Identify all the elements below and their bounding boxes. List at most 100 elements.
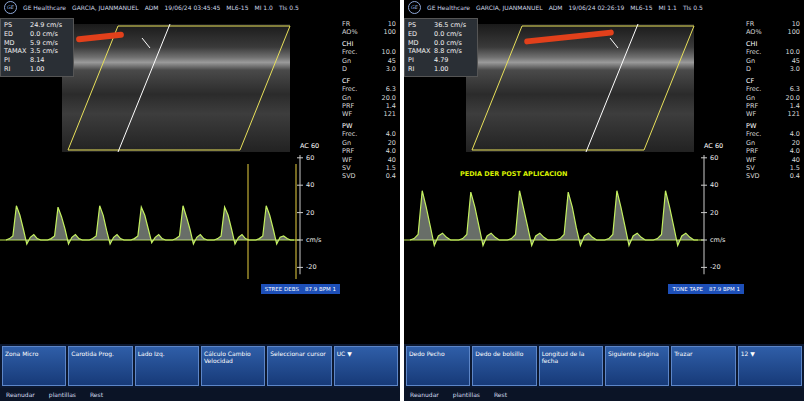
parameter-value: 4.0 <box>386 147 396 155</box>
parameter-row: CF <box>340 77 400 85</box>
status-text: STREE DEBS <box>265 286 299 292</box>
parameter-value: 1.4 <box>386 102 396 110</box>
parameter-row: Frec.6.3 <box>340 85 400 93</box>
parameter-value: 1.5 <box>386 164 396 172</box>
scale-tick: cm/s <box>710 236 725 244</box>
display-area: PS24.9 cm/sED 0.0 cm/sMD5.9 cm/sTAMAX3.5 … <box>0 14 400 344</box>
parameter-row: Frec.4.0 <box>340 130 400 138</box>
parameter-row: WF121 <box>744 110 804 118</box>
soft-key-button[interactable]: Seleccionar cursor <box>267 346 331 386</box>
soft-key-button[interactable]: UC ▼ <box>334 346 398 386</box>
image-area: PS24.9 cm/sED 0.0 cm/sMD5.9 cm/sTAMAX3.5 … <box>0 14 340 344</box>
measurement-value: 0.0 cm/s <box>434 30 462 39</box>
soft-key-button[interactable]: Carotida Prog. <box>68 346 132 386</box>
parameter-label: WF <box>342 110 352 118</box>
measurement-label: ED <box>4 30 26 39</box>
measurement-value: 4.79 <box>434 56 448 65</box>
soft-key-button[interactable]: 12 ▼ <box>738 346 802 386</box>
parameter-label: Gn <box>746 139 755 147</box>
parameter-value: 10 <box>388 20 396 28</box>
parameter-value: 20 <box>388 139 396 147</box>
header-bar: GEGE HealthcareGARCIA, JUANMANUELADM19/0… <box>404 0 804 14</box>
measurement-label: MD <box>408 39 430 48</box>
footer-item[interactable]: plantillas <box>49 391 76 398</box>
header-probe: ML6-15 <box>630 4 652 11</box>
measurement-label: ED <box>408 30 430 39</box>
parameter-row: WF121 <box>340 110 400 118</box>
measurement-value: 1.00 <box>30 65 44 74</box>
soft-key-button[interactable]: Trazar <box>671 346 735 386</box>
measurement-row: PS36.5 cm/s <box>408 21 474 30</box>
parameter-label: SVD <box>746 172 760 180</box>
measurement-row: PS24.9 cm/s <box>4 21 70 30</box>
parameter-value: 45 <box>792 57 800 65</box>
parameter-label: Gn <box>746 94 755 102</box>
parameter-label: WF <box>746 110 756 118</box>
parameter-value: 0.4 <box>790 172 800 180</box>
measurement-row: TAMAX8.8 cm/s <box>408 47 474 56</box>
measurement-label: MD <box>4 39 26 48</box>
status-text: 87.9 BPM 1 <box>305 286 336 292</box>
parameter-row: D3.0 <box>744 65 804 73</box>
soft-key-button[interactable]: Siguiente página <box>605 346 669 386</box>
measurement-row: TAMAX3.5 cm/s <box>4 47 70 56</box>
measurement-label: RI <box>4 65 26 74</box>
soft-key-button[interactable]: Dedo Pecho <box>406 346 470 386</box>
parameter-label: Frec. <box>746 48 761 56</box>
parameter-row: Gn 45 <box>744 57 804 65</box>
parameter-value: 1.5 <box>790 164 800 172</box>
measurement-row: MD5.9 cm/s <box>4 39 70 48</box>
measurement-label: PI <box>408 56 430 65</box>
measurement-box: PS24.9 cm/sED 0.0 cm/sMD5.9 cm/sTAMAX3.5 … <box>0 18 74 77</box>
parameter-label: Gn <box>746 57 755 65</box>
soft-key-button[interactable]: Longitud de la fecha <box>539 346 603 386</box>
parameter-row: Gn20.0 <box>744 94 804 102</box>
parameter-value: 10.0 <box>786 48 800 56</box>
measurement-label: PI <box>4 56 26 65</box>
measurement-row: MD0.0 cm/s <box>408 39 474 48</box>
header-patient: GARCIA, JUANMANUEL <box>72 4 139 11</box>
footer-item[interactable]: Reanudar <box>410 391 439 398</box>
header-tis: TIs 0.5 <box>683 4 703 11</box>
ultrasound-panel: GEGE HealthcareGARCIA, JUANMANUELADM19/0… <box>0 0 400 401</box>
ultrasound-panel: GEGE HealthcareGARCIA, JUANMANUELADM19/0… <box>404 0 804 401</box>
parameter-label: PRF <box>342 147 354 155</box>
soft-key-button[interactable]: Dedo de bolsillo <box>472 346 536 386</box>
footer-item[interactable]: Reanudar <box>6 391 35 398</box>
footer-item[interactable]: Rest <box>494 391 507 398</box>
measurement-row: ED 0.0 cm/s <box>4 30 70 39</box>
soft-key-button[interactable]: Zona Micro <box>2 346 66 386</box>
parameter-row: WF 40 <box>340 156 400 164</box>
parameter-label: WF <box>746 156 756 164</box>
header-mi: MI 1.0 <box>254 4 272 11</box>
parameter-value: 20 <box>792 139 800 147</box>
parameter-label: PRF <box>342 102 354 110</box>
footer-bar: Reanudar plantillas Rest <box>404 388 804 401</box>
b-mode-image <box>62 24 290 152</box>
parameter-value: 40 <box>388 156 396 164</box>
scale-label: AC 60 <box>704 142 723 150</box>
parameter-label: WF <box>342 156 352 164</box>
header-user: ADM <box>145 4 159 11</box>
parameter-list: FR10AO%100CHIFrec.10.0Gn45D3.0CFFrec.6.3… <box>744 14 804 344</box>
soft-key-button[interactable]: Lado Izq. <box>135 346 199 386</box>
measurement-value: 0.0 cm/s <box>30 30 58 39</box>
footer-item[interactable]: plantillas <box>453 391 480 398</box>
parameter-row: PRF4.0 <box>744 147 804 155</box>
scale-tick: -20 <box>710 263 721 271</box>
parameter-row: CHI <box>744 40 804 48</box>
parameter-row: SVD0.4 <box>340 172 400 180</box>
parameter-row: Frec.6.3 <box>744 85 804 93</box>
soft-key-button[interactable]: Cálculo Cambio Velocidad <box>201 346 265 386</box>
scale-tick: 40 <box>306 181 314 189</box>
parameter-label: Gn <box>342 94 351 102</box>
parameter-value: 4.0 <box>790 130 800 138</box>
status-text: TONE TAPE <box>672 286 703 292</box>
parameter-label: CF <box>342 77 350 85</box>
status-box: STREE DEBS 87.9 BPM 1 <box>261 284 340 294</box>
parameter-row: PW <box>744 122 804 130</box>
measurement-label: TAMAX <box>408 47 430 56</box>
parameter-row: Gn 20 <box>744 139 804 147</box>
parameter-label: Gn <box>342 57 351 65</box>
footer-item[interactable]: Rest <box>90 391 103 398</box>
